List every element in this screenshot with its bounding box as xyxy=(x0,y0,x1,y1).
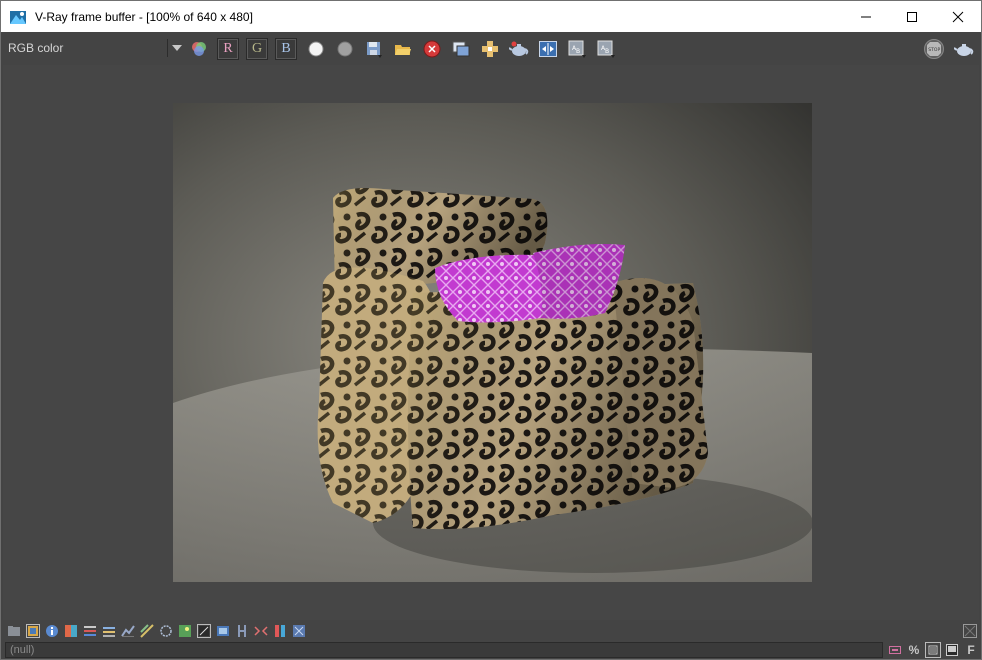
svg-text:STOP: STOP xyxy=(928,47,940,53)
main-toolbar: RGB color R G B A B A B STOP xyxy=(1,32,981,65)
minimize-button[interactable] xyxy=(843,1,889,32)
channel-select[interactable]: RGB color xyxy=(4,37,184,59)
vertical-flip-icon[interactable] xyxy=(273,624,287,638)
maximize-button[interactable] xyxy=(889,1,935,32)
vray-frame-buffer-icon xyxy=(10,10,26,24)
channel-select-value: RGB color xyxy=(8,41,64,55)
blue-channel-label: B xyxy=(281,41,291,56)
track-mouse-icon[interactable] xyxy=(479,38,501,60)
render-teapot-icon[interactable] xyxy=(508,38,530,60)
channel-dropdown-arrow-icon[interactable] xyxy=(167,39,185,57)
history-a-icon[interactable]: AB xyxy=(566,38,588,60)
close-icon xyxy=(952,11,964,22)
gray-circle-icon[interactable] xyxy=(334,38,356,60)
status-bar: (null) % F xyxy=(3,641,979,659)
font-icon[interactable]: F xyxy=(963,642,979,658)
white-circle-icon[interactable] xyxy=(305,38,327,60)
save-image-icon[interactable] xyxy=(363,38,385,60)
color-balance-icon[interactable] xyxy=(64,624,78,638)
svg-text:B: B xyxy=(576,48,580,55)
rendered-image[interactable] xyxy=(173,103,812,582)
green-channel-label: G xyxy=(251,41,263,56)
svg-text:B: B xyxy=(605,48,609,55)
color-picker-icon[interactable] xyxy=(159,624,173,638)
close-button[interactable] xyxy=(935,1,981,32)
vfb-window: V-Ray frame buffer - [100% of 640 x 480]… xyxy=(0,0,982,660)
blue-channel-toggle[interactable]: B xyxy=(275,38,297,60)
green-channel-toggle[interactable]: G xyxy=(246,38,268,60)
title-bar[interactable]: V-Ray frame buffer - [100% of 640 x 480] xyxy=(1,1,981,32)
maximize-icon xyxy=(907,11,917,22)
render-last-teapot-icon[interactable] xyxy=(953,38,975,60)
red-channel-label: R xyxy=(223,41,233,56)
status-field: (null) xyxy=(5,642,883,658)
render-area[interactable] xyxy=(3,65,979,620)
curve-icon[interactable] xyxy=(121,624,135,638)
exposure-icon[interactable] xyxy=(140,624,154,638)
stop-icon[interactable]: STOP xyxy=(923,38,945,60)
folder-icon[interactable] xyxy=(7,624,21,638)
hdr-icon[interactable] xyxy=(235,624,249,638)
stamp-icon[interactable] xyxy=(887,642,903,658)
clear-image-icon[interactable] xyxy=(421,38,443,60)
levels-icon[interactable] xyxy=(83,624,97,638)
red-channel-toggle[interactable]: R xyxy=(217,38,239,60)
duplicate-to-max-icon[interactable] xyxy=(450,38,472,60)
stereo-icon[interactable] xyxy=(292,624,306,638)
region-render-icon[interactable] xyxy=(216,624,230,638)
bottom-toolbar xyxy=(3,621,979,641)
percent-icon[interactable]: % xyxy=(906,642,922,658)
window-title: V-Ray frame buffer - [100% of 640 x 480] xyxy=(35,9,253,24)
window-icon[interactable] xyxy=(944,642,960,658)
minimize-icon xyxy=(861,16,871,17)
compare-ab-icon[interactable] xyxy=(537,38,559,60)
log-icon[interactable] xyxy=(925,642,941,658)
region-icon[interactable] xyxy=(197,624,211,638)
info-icon[interactable] xyxy=(45,624,59,638)
color-correction-icon[interactable] xyxy=(26,624,40,638)
pixel-info-icon[interactable] xyxy=(963,624,977,638)
lens-effects-icon[interactable] xyxy=(178,624,192,638)
open-image-icon[interactable] xyxy=(392,38,414,60)
horizontal-flip-icon[interactable] xyxy=(254,624,268,638)
lut-icon[interactable] xyxy=(102,624,116,638)
rgb-circles-icon[interactable] xyxy=(188,38,210,60)
history-b-icon[interactable]: AB xyxy=(595,38,617,60)
